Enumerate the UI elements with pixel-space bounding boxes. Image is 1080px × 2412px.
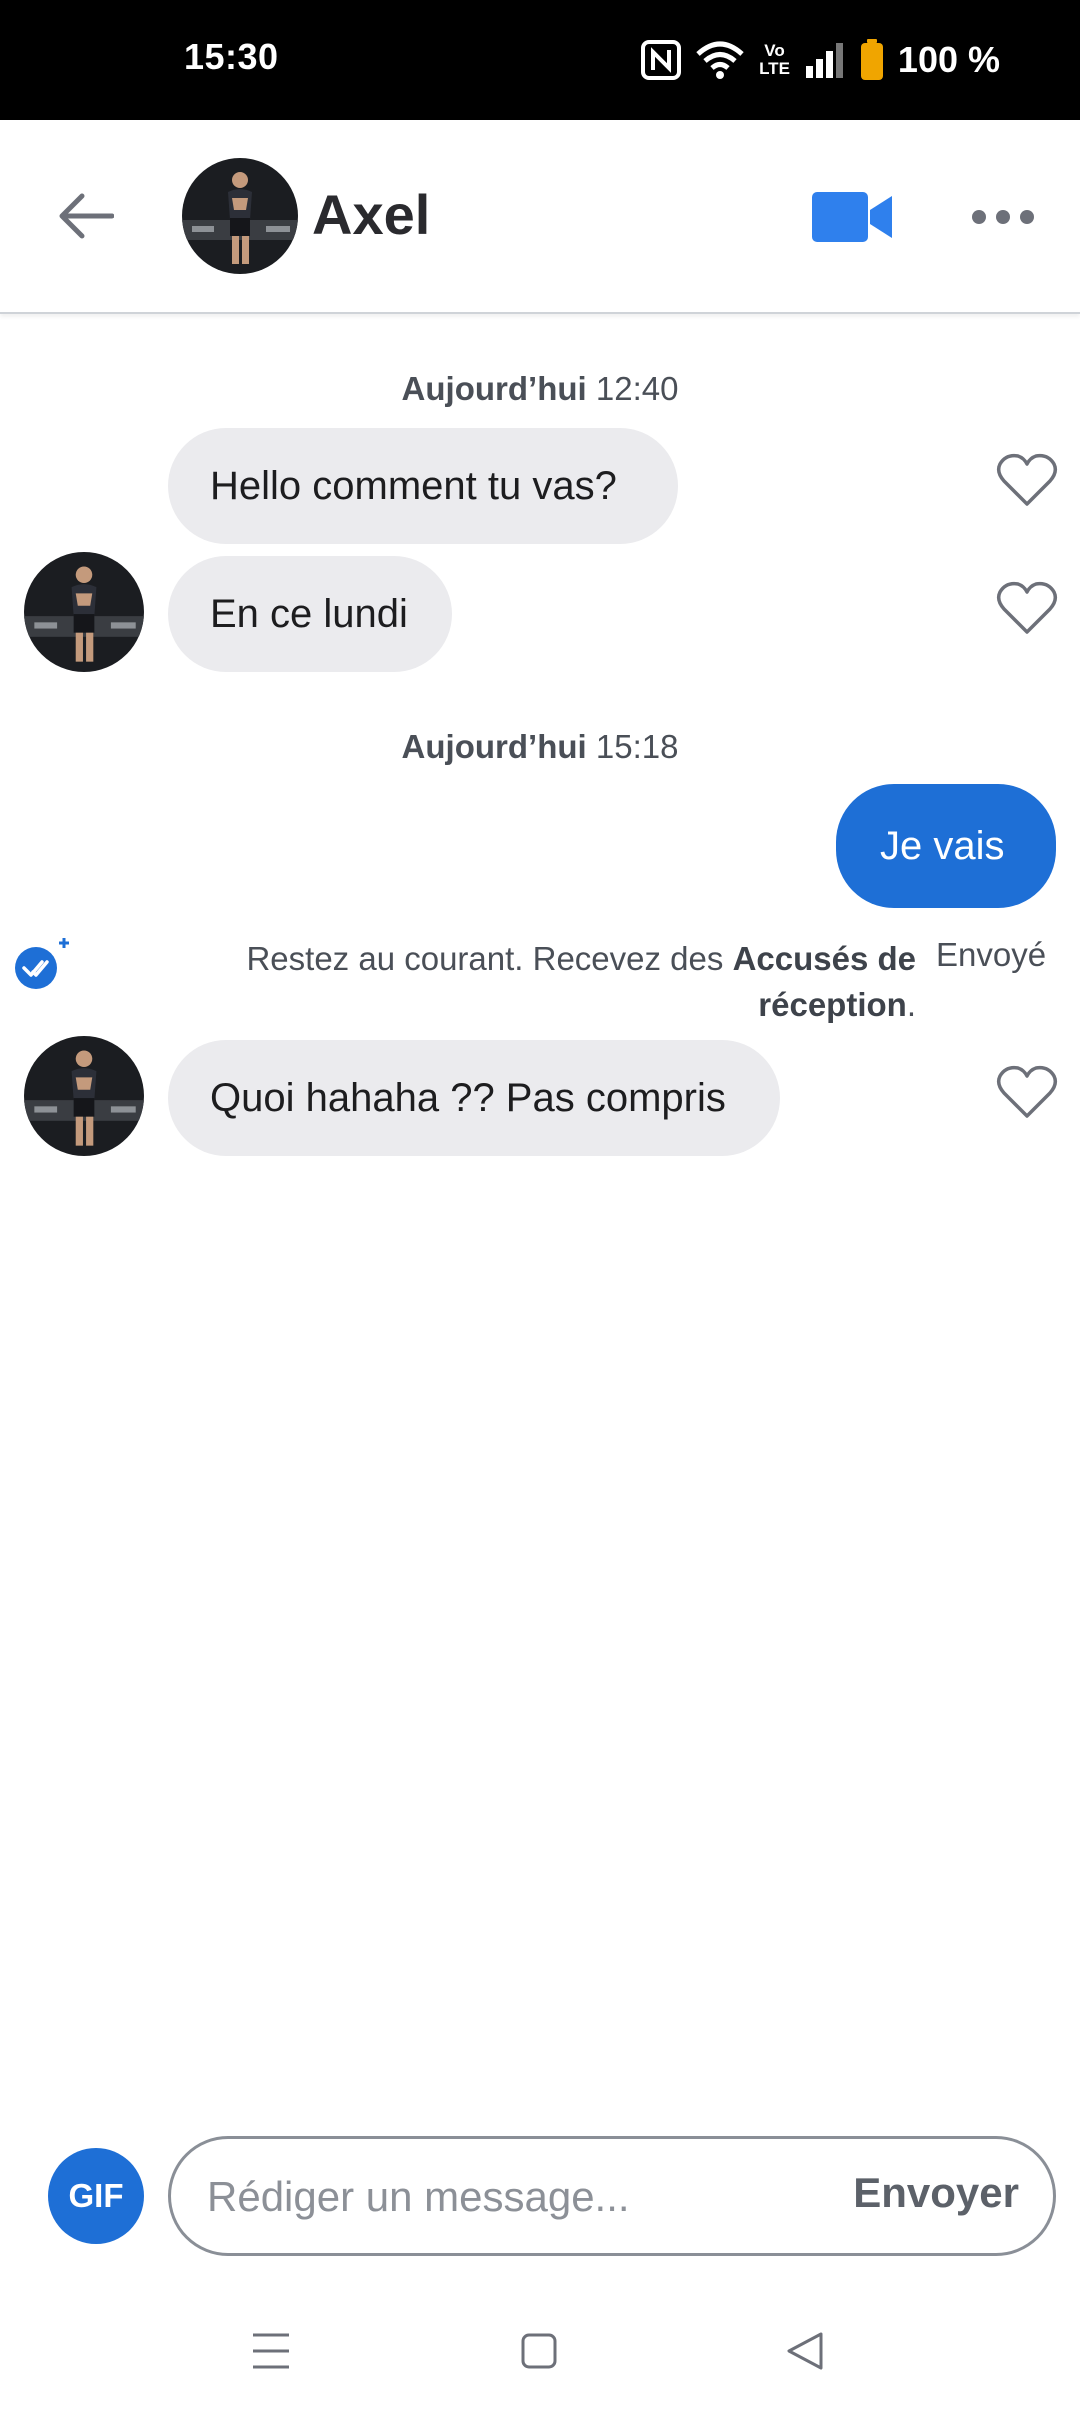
home-icon: [521, 2333, 557, 2369]
gif-button[interactable]: GIF: [48, 2148, 144, 2244]
status-icons: Vo LTE 100 %: [641, 36, 1000, 84]
like-heart-icon[interactable]: [996, 1064, 1058, 1120]
read-receipts-link[interactable]: Accusés de réception: [733, 940, 916, 1023]
message-composer: Envoyer: [168, 2136, 1056, 2256]
recents-button[interactable]: [236, 2316, 306, 2386]
message-bubble-sent[interactable]: Je vais: [836, 784, 1056, 908]
battery-percentage: 100 %: [897, 39, 1000, 80]
timestamp: Aujourd’hui 12:40: [401, 370, 679, 407]
message-bubble[interactable]: En ce lundi: [168, 556, 452, 672]
more-options-icon: [972, 210, 1034, 224]
video-call-button[interactable]: [808, 188, 898, 246]
like-heart-icon[interactable]: [996, 452, 1058, 508]
sent-status: Envoyé: [936, 936, 1047, 973]
contact-name[interactable]: Axel: [312, 182, 430, 247]
signal-icon: [804, 40, 846, 80]
read-receipt-icon[interactable]: [14, 932, 74, 992]
system-nav-bar: [0, 2286, 1080, 2412]
message-text: Hello comment tu vas?: [210, 463, 617, 508]
send-button[interactable]: Envoyer: [853, 2169, 1019, 2217]
nav-back-button[interactable]: [770, 2316, 840, 2386]
like-heart-icon[interactable]: [996, 580, 1058, 636]
video-call-icon: [812, 192, 892, 242]
read-receipts-promo[interactable]: Restez au courant. Recevez des Accusés d…: [200, 936, 916, 1028]
status-bar: 15:30 Vo LTE 100 %: [0, 0, 1080, 120]
message-bubble[interactable]: Quoi hahaha ?? Pas compris: [168, 1040, 780, 1156]
chat-header: Axel: [0, 120, 1080, 314]
nfc-icon: [641, 40, 682, 80]
recents-icon: [253, 2333, 289, 2369]
message-text: Je vais: [880, 823, 1005, 868]
message-text: Quoi hahaha ?? Pas compris: [210, 1075, 726, 1120]
timestamp: Aujourd’hui 15:18: [401, 728, 679, 765]
contact-avatar[interactable]: [182, 158, 298, 274]
message-text: En ce lundi: [210, 591, 408, 636]
sender-avatar[interactable]: [24, 552, 144, 672]
back-arrow-icon: [59, 193, 114, 239]
back-icon: [787, 2332, 823, 2370]
message-input[interactable]: [205, 2161, 809, 2233]
wifi-icon: [695, 40, 745, 80]
message-bubble[interactable]: Hello comment tu vas?: [168, 428, 678, 544]
volte-icon: Vo LTE: [759, 41, 790, 78]
more-options-button[interactable]: [966, 192, 1040, 242]
sender-avatar[interactable]: [24, 1036, 144, 1156]
home-button[interactable]: [504, 2316, 574, 2386]
back-button[interactable]: [48, 178, 124, 254]
battery-icon: [860, 39, 884, 81]
status-time: 15:30: [184, 36, 279, 77]
